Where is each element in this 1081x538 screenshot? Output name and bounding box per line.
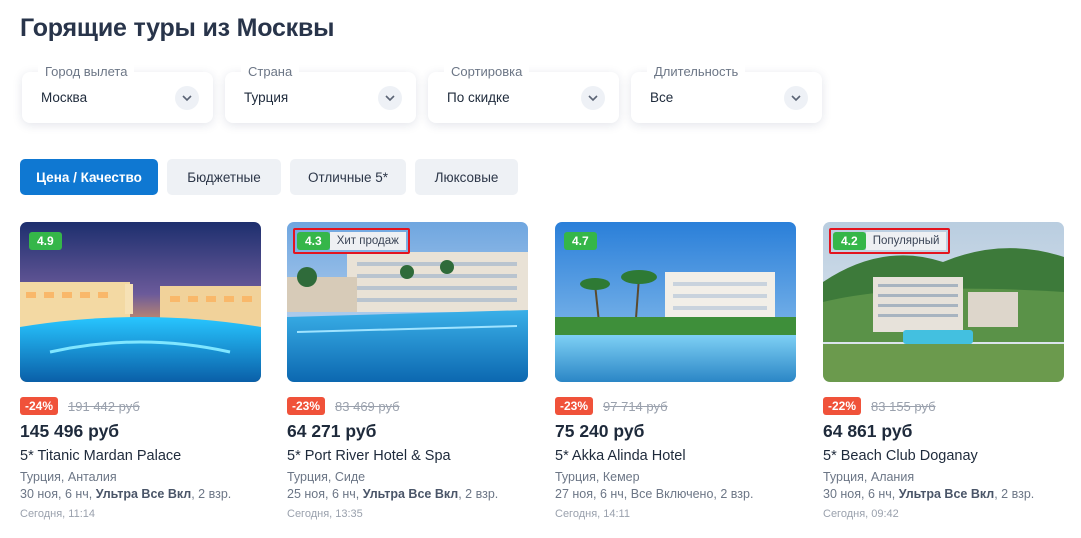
tour-details: 30 ноя, 6 нч, Ультра Все Вкл, 2 взр. <box>823 487 1035 501</box>
filter-label: Сортировка <box>444 64 530 79</box>
price: 64 271 руб <box>287 421 377 441</box>
filter-value: По скидке <box>447 90 510 105</box>
filter-label: Длительность <box>647 64 746 79</box>
highlight-badge: 4.2 Популярный <box>829 228 951 254</box>
chevron-down-icon[interactable] <box>784 86 808 110</box>
filter-value: Турция <box>244 90 289 105</box>
filter-label: Страна <box>241 64 300 79</box>
tab-price-quality[interactable]: Цена / Качество <box>20 159 158 195</box>
discount-badge: -23% <box>555 397 594 415</box>
filter-value: Москва <box>41 90 88 105</box>
filter-country[interactable]: Страна Турция <box>225 64 416 123</box>
label-badge: Хит продаж <box>329 232 406 250</box>
updated-time: Сегодня, 11:14 <box>20 508 95 520</box>
tab-excellent-5[interactable]: Отличные 5* <box>290 159 406 195</box>
page-title: Горящие туры из Москвы <box>20 14 335 42</box>
discount-badge: -24% <box>20 397 59 415</box>
old-price: 83 155 руб <box>871 398 936 414</box>
updated-time: Сегодня, 14:11 <box>555 508 630 520</box>
highlight-badge: 4.3 Хит продаж <box>293 228 410 254</box>
chevron-down-icon[interactable] <box>175 86 199 110</box>
discount-badge: -22% <box>823 397 862 415</box>
rating-badge: 4.7 <box>564 232 597 250</box>
tab-luxury[interactable]: Люксовые <box>415 159 518 195</box>
discount-badge: -23% <box>287 397 326 415</box>
price: 145 496 руб <box>20 421 120 441</box>
filter-value: Все <box>650 90 674 105</box>
tab-budget[interactable]: Бюджетные <box>167 159 281 195</box>
updated-time: Сегодня, 09:42 <box>823 508 899 520</box>
label-badge: Популярный <box>865 232 947 250</box>
location: Турция, Алания <box>823 470 915 484</box>
old-price: 191 442 руб <box>68 398 140 414</box>
price: 75 240 руб <box>555 421 645 441</box>
location: Турция, Анталия <box>20 470 117 484</box>
old-price: 83 469 руб <box>335 398 400 414</box>
location: Турция, Сиде <box>287 470 366 484</box>
filter-departure-city[interactable]: Город вылета Москва <box>22 64 213 123</box>
rating-badge: 4.2 <box>833 232 866 250</box>
location: Турция, Кемер <box>555 470 640 484</box>
rating-badge: 4.9 <box>29 232 62 250</box>
tour-details: 25 ноя, 6 нч, Ультра Все Вкл, 2 взр. <box>287 487 499 501</box>
old-price: 97 714 руб <box>603 398 668 414</box>
rating-badge: 4.3 <box>297 232 330 250</box>
hotel-name[interactable]: 5* Beach Club Doganay <box>823 448 978 464</box>
tour-details: 27 ноя, 6 нч, Все Включено, 2 взр. <box>555 487 754 501</box>
hotel-name[interactable]: 5* Port River Hotel & Spa <box>287 448 451 464</box>
tour-details: 30 ноя, 6 нч, Ультра Все Вкл, 2 взр. <box>20 487 232 501</box>
chevron-down-icon[interactable] <box>378 86 402 110</box>
chevron-down-icon[interactable] <box>581 86 605 110</box>
hotel-name[interactable]: 5* Titanic Mardan Palace <box>20 448 181 464</box>
filter-sort[interactable]: Сортировка По скидке <box>428 64 619 123</box>
hotel-name[interactable]: 5* Akka Alinda Hotel <box>555 448 686 464</box>
filter-duration[interactable]: Длительность Все <box>631 64 822 123</box>
price: 64 861 руб <box>823 421 913 441</box>
filter-label: Город вылета <box>38 64 135 79</box>
updated-time: Сегодня, 13:35 <box>287 508 363 520</box>
